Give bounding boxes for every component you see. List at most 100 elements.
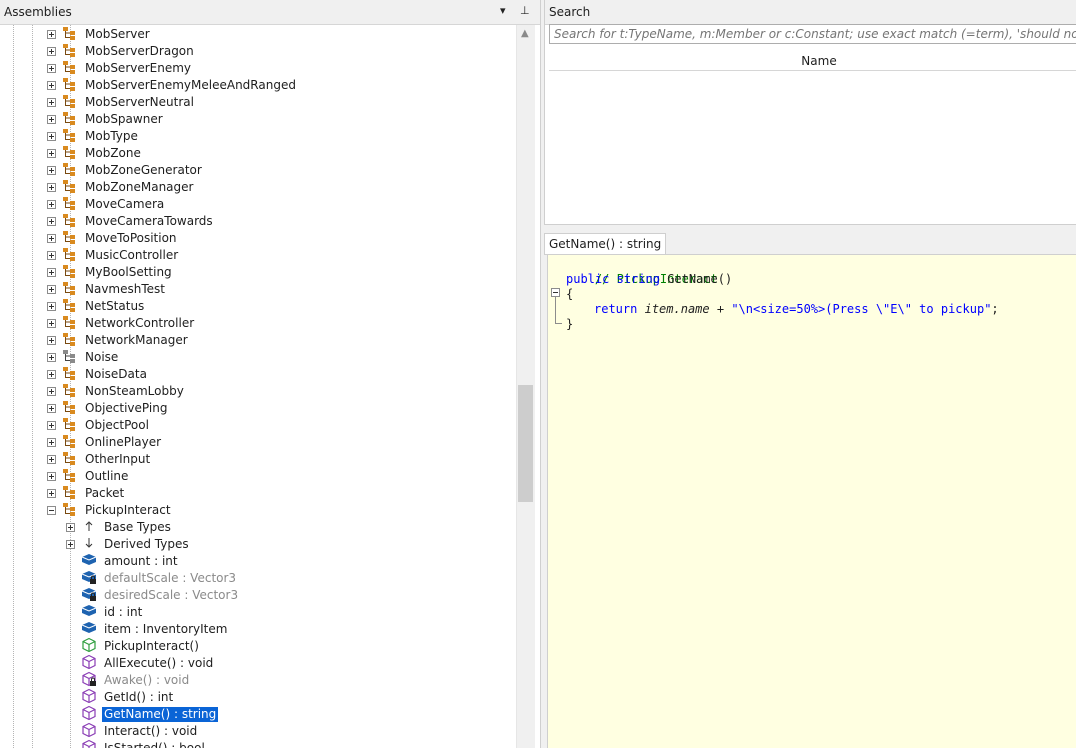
tree-item-label: NoiseData	[85, 367, 147, 381]
tree-class-item[interactable]: MobZone	[47, 145, 143, 162]
tree-item-label: amount : int	[104, 554, 178, 568]
tree-item-label: Awake() : void	[104, 673, 190, 687]
expand-icon[interactable]	[47, 149, 56, 158]
expand-icon[interactable]	[47, 183, 56, 192]
expand-icon[interactable]	[47, 64, 56, 73]
expand-icon[interactable]	[47, 336, 56, 345]
search-input[interactable]	[549, 24, 1076, 44]
tree-class-item[interactable]: OtherInput	[47, 451, 152, 468]
expand-icon[interactable]	[47, 387, 56, 396]
tree-member-item[interactable]: Base Types	[66, 519, 173, 536]
expand-icon[interactable]	[47, 217, 56, 226]
collapse-icon[interactable]	[47, 506, 56, 515]
tree-member-item[interactable]: GetId() : int	[66, 688, 175, 706]
tree-class-item[interactable]: MoveCamera	[47, 196, 166, 213]
tree-item-label: MyBoolSetting	[85, 265, 172, 279]
tree-item-label: MobZone	[85, 146, 141, 160]
expand-icon[interactable]	[47, 98, 56, 107]
expand-icon[interactable]	[47, 268, 56, 277]
tree-class-item[interactable]: MobType	[47, 128, 140, 145]
tree-class-item[interactable]: MobServer	[47, 26, 152, 43]
tree-class-item[interactable]: NoiseData	[47, 366, 149, 383]
expand-icon[interactable]	[47, 234, 56, 243]
results-column-name[interactable]: Name	[549, 52, 1076, 71]
expand-icon[interactable]	[47, 166, 56, 175]
fold-collapse-icon[interactable]	[551, 288, 560, 297]
tree-class-item[interactable]: Packet	[47, 485, 126, 502]
expand-icon[interactable]	[47, 404, 56, 413]
tree-member-item[interactable]: id : int	[66, 604, 144, 621]
pin-icon[interactable]: ⊥	[520, 4, 530, 17]
expand-icon[interactable]	[66, 540, 75, 549]
tree-class-item[interactable]: MobServerEnemy	[47, 60, 193, 77]
tree-class-item[interactable]: MobZoneManager	[47, 179, 195, 196]
tree-scrollbar[interactable]: ▲	[516, 25, 535, 748]
tree-member-item[interactable]: amount : int	[66, 553, 180, 570]
tree-member-item[interactable]: AllExecute() : void	[66, 654, 215, 672]
tree-item-label: OtherInput	[85, 452, 151, 466]
tree-item-label: AllExecute() : void	[104, 656, 214, 670]
tree-member-selected[interactable]: GetName() : string	[66, 705, 219, 723]
tree-class-item-expanded[interactable]: PickupInteract	[47, 502, 173, 519]
expand-icon[interactable]	[47, 319, 56, 328]
tree-item-label: Derived Types	[104, 537, 189, 551]
assembly-tree[interactable]: MobServer MobServerDragon MobServerEnemy…	[0, 25, 516, 748]
tree-class-item[interactable]: OnlinePlayer	[47, 434, 163, 451]
tree-class-item[interactable]: NetworkController	[47, 315, 196, 332]
expand-icon[interactable]	[66, 523, 75, 532]
expand-icon[interactable]	[47, 353, 56, 362]
search-panel: Search Name	[544, 0, 1076, 225]
tree-class-item[interactable]: Noise	[47, 349, 120, 366]
tree-class-item[interactable]: MobServerDragon	[47, 43, 196, 60]
expand-icon[interactable]	[47, 438, 56, 447]
tree-item-label: id : int	[104, 605, 143, 619]
tree-class-item[interactable]: MobZoneGenerator	[47, 162, 204, 179]
tree-class-item[interactable]: Outline	[47, 468, 130, 485]
expand-icon[interactable]	[47, 472, 56, 481]
code-line-close-brace: }	[566, 317, 574, 331]
dropdown-icon[interactable]: ▾	[500, 4, 506, 17]
tree-class-item[interactable]: NetworkManager	[47, 332, 190, 349]
tree-class-item[interactable]: ObjectPool	[47, 417, 151, 434]
tree-class-item[interactable]: NonSteamLobby	[47, 383, 186, 400]
expand-icon[interactable]	[47, 285, 56, 294]
tree-member-item[interactable]: item : InventoryItem	[66, 621, 229, 638]
expand-icon[interactable]	[47, 489, 56, 498]
tree-class-item[interactable]: ObjectivePing	[47, 400, 169, 417]
tree-member-item[interactable]: desiredScale : Vector3	[66, 587, 240, 604]
expand-icon[interactable]	[47, 132, 56, 141]
tree-class-item[interactable]: MyBoolSetting	[47, 264, 174, 281]
expand-icon[interactable]	[47, 30, 56, 39]
expand-icon[interactable]	[47, 251, 56, 260]
tree-class-item[interactable]: MoveToPosition	[47, 230, 179, 247]
tree-class-item[interactable]: MobServerEnemyMeleeAndRanged	[47, 77, 298, 94]
tab-getname[interactable]: GetName() : string	[544, 233, 667, 254]
scroll-up-icon[interactable]: ▲	[521, 28, 529, 39]
expand-icon[interactable]	[47, 370, 56, 379]
tree-item-label: MobSpawner	[85, 112, 163, 126]
tree-member-item[interactable]: Awake() : void	[66, 671, 191, 689]
expand-icon[interactable]	[47, 115, 56, 124]
tree-class-item[interactable]: NavmeshTest	[47, 281, 167, 298]
tree-member-item[interactable]: defaultScale : Vector3	[66, 570, 238, 587]
expand-icon[interactable]	[47, 81, 56, 90]
expand-icon[interactable]	[47, 200, 56, 209]
tree-class-item[interactable]: MoveCameraTowards	[47, 213, 215, 230]
tree-class-item[interactable]: MusicController	[47, 247, 180, 264]
tree-class-item[interactable]: MobSpawner	[47, 111, 165, 128]
expand-icon[interactable]	[47, 455, 56, 464]
expand-icon[interactable]	[47, 421, 56, 430]
tree-class-item[interactable]: NetStatus	[47, 298, 146, 315]
code-editor[interactable]: // PickupInteract public string GetName(…	[547, 255, 1076, 748]
tree-member-item[interactable]: Interact() : void	[66, 722, 199, 740]
tree-item-label: MobServerDragon	[85, 44, 194, 58]
assemblies-panel: Assemblies ▾ ⊥ MobServer MobServerDragon	[0, 0, 541, 748]
scroll-thumb[interactable]	[518, 385, 533, 502]
tree-member-item[interactable]: IsStarted() : bool	[66, 739, 207, 748]
expand-icon[interactable]	[47, 302, 56, 311]
tree-member-item[interactable]: Derived Types	[66, 536, 191, 553]
tree-class-item[interactable]: MobServerNeutral	[47, 94, 196, 111]
tree-member-item[interactable]: PickupInteract()	[66, 637, 201, 655]
tree-item-label: ObjectPool	[85, 418, 149, 432]
expand-icon[interactable]	[47, 47, 56, 56]
